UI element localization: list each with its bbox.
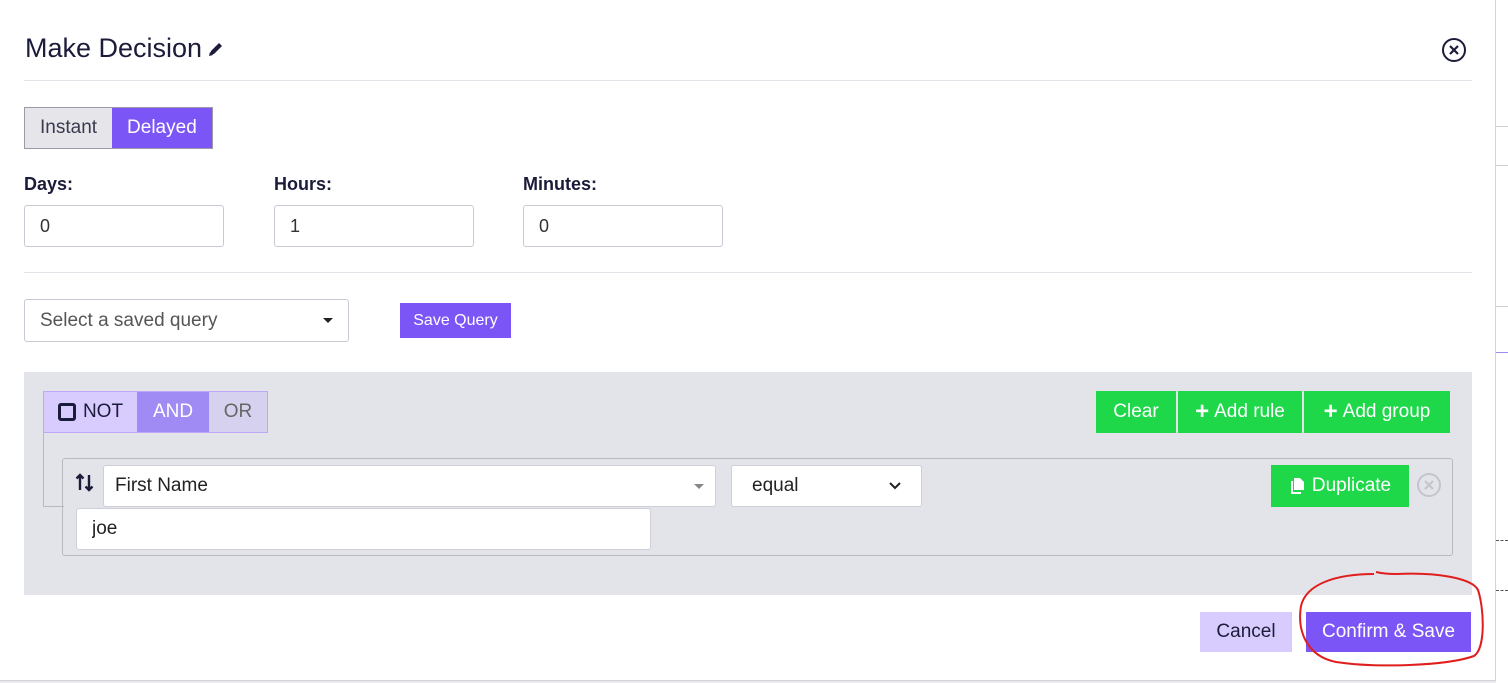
clear-button[interactable]: Clear [1096, 391, 1176, 433]
make-decision-modal: Make Decision Instant Delayed Days: Hour… [0, 0, 1496, 681]
duplicate-button[interactable]: Duplicate [1271, 465, 1409, 507]
not-label: NOT [82, 401, 124, 422]
sort-icon[interactable] [75, 473, 95, 493]
days-input[interactable] [24, 205, 224, 247]
days-label: Days: [24, 174, 74, 194]
checkbox-icon [57, 403, 76, 421]
group-actions: Clear + Add rule + Add group [1096, 391, 1450, 433]
minutes-input[interactable] [523, 205, 723, 247]
header-divider [24, 80, 1472, 81]
timing-tabs: Instant Delayed [24, 107, 213, 149]
pencil-icon[interactable] [207, 40, 225, 58]
add-group-label: Add group [1342, 401, 1431, 422]
saved-query-placeholder: Select a saved query [40, 309, 218, 331]
and-button[interactable]: AND [137, 392, 209, 432]
tab-instant[interactable]: Instant [25, 108, 113, 148]
not-toggle[interactable]: NOT [44, 392, 137, 432]
modal-title-text: Make Decision [25, 33, 203, 63]
logic-selector: NOT AND OR [43, 391, 268, 433]
close-icon[interactable] [1441, 37, 1467, 63]
background-divider [1496, 352, 1508, 353]
background-divider [1496, 306, 1508, 307]
background-page [1496, 0, 1508, 683]
rule-value-input[interactable] [76, 508, 651, 550]
rule-operator-value: equal [752, 475, 799, 496]
confirm-save-button[interactable]: Confirm & Save [1306, 612, 1471, 652]
minutes-label: Minutes: [523, 174, 597, 194]
caret-down-icon [694, 483, 704, 489]
duplicate-label: Duplicate [1311, 475, 1392, 496]
rule-field-value: First Name [115, 475, 208, 496]
background-divider [1496, 540, 1508, 541]
add-rule-button[interactable]: + Add rule [1178, 391, 1302, 433]
hours-label: Hours: [274, 174, 332, 194]
add-rule-label: Add rule [1214, 401, 1285, 422]
hours-input[interactable] [274, 205, 474, 247]
save-query-button[interactable]: Save Query [400, 303, 511, 338]
add-group-button[interactable]: + Add group [1304, 391, 1450, 433]
rule-operator-select[interactable]: equal [731, 465, 922, 507]
chevron-down-icon [889, 482, 901, 490]
tab-delayed[interactable]: Delayed [112, 108, 212, 148]
saved-query-select[interactable]: Select a saved query [24, 299, 349, 342]
background-divider [1496, 126, 1508, 127]
background-divider [1496, 590, 1508, 591]
plus-icon: + [1195, 398, 1210, 425]
group-connector [43, 432, 64, 507]
rule-field-select[interactable]: First Name [103, 465, 716, 507]
section-divider [24, 272, 1472, 273]
or-button[interactable]: OR [209, 392, 267, 432]
remove-circle-icon[interactable] [1416, 472, 1442, 498]
plus-icon: + [1323, 398, 1338, 425]
modal-title: Make Decision [25, 33, 225, 64]
cancel-button[interactable]: Cancel [1200, 612, 1292, 652]
background-divider [1496, 165, 1508, 166]
caret-down-icon [323, 318, 333, 323]
copy-icon [1290, 478, 1304, 494]
